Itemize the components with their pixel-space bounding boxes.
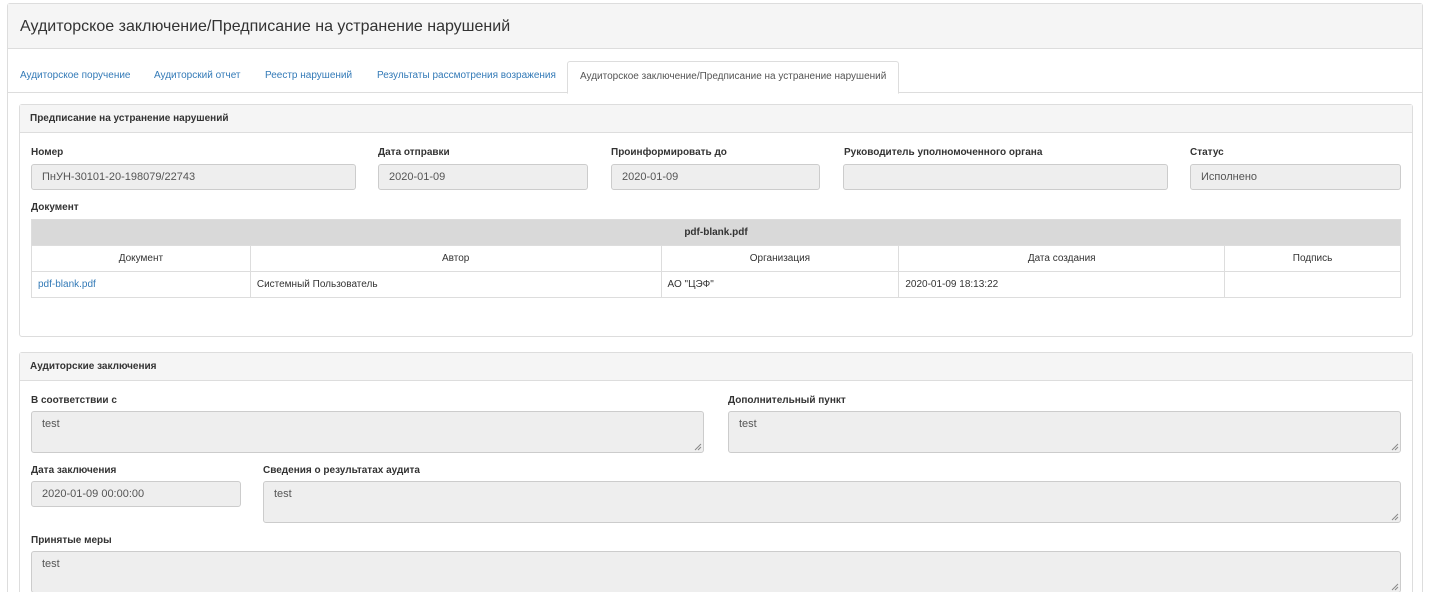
additional-label: Дополнительный пункт [728,395,846,406]
signature-cell [1224,271,1401,298]
measures-textarea[interactable]: test [31,551,1401,592]
resize-grip-icon[interactable] [1391,583,1399,591]
send-date-label: Дата отправки [378,147,450,158]
accordance-textarea[interactable]: test [31,411,704,453]
inform-until-field[interactable]: 2020-01-09 [611,164,820,190]
head-label: Руководитель уполномоченного органа [844,147,1043,158]
tab-audit-order[interactable]: Аудиторское поручение [20,61,131,93]
tab-audit-conclusion[interactable]: Аудиторское заключение/Предписание на ус… [567,61,900,94]
resize-grip-icon[interactable] [694,443,702,451]
number-label: Номер [31,147,64,158]
send-date-field[interactable]: 2020-01-09 [378,164,588,190]
prescription-heading: Предписание на устранение нарушений [20,105,1412,133]
results-textarea[interactable]: test [263,481,1401,523]
additional-value: test [739,418,757,430]
conclusions-heading: Аудиторские заключения [20,353,1412,381]
column-header: Дата создания [898,245,1226,272]
prescription-panel: Предписание на устранение нарушений Номе… [19,104,1413,337]
measures-value: test [42,558,60,570]
tab-bar: Аудиторское поручение Аудиторский отчет … [8,61,1422,94]
accordance-value: test [42,418,60,430]
column-header: Подпись [1224,245,1401,272]
column-header: Организация [660,245,900,272]
conclusion-date-label: Дата заключения [31,465,117,476]
inform-until-label: Проинформировать до [611,147,727,158]
number-field[interactable]: ПнУН-30101-20-198079/22743 [31,164,356,190]
page-title: Аудиторское заключение/Предписание на ус… [8,4,1422,49]
head-field[interactable] [843,164,1168,190]
resize-grip-icon[interactable] [1391,513,1399,521]
results-value: test [274,488,292,500]
conclusions-panel: Аудиторские заключения В соответствии с … [19,352,1413,592]
column-header: Автор [249,245,662,272]
author-cell: Системный Пользователь [249,271,662,298]
accordance-label: В соответствии с [31,395,117,406]
main-card: Аудиторское заключение/Предписание на ус… [7,3,1423,592]
status-field[interactable]: Исполнено [1190,164,1401,190]
table-row: pdf-blank.pdf Системный Пользователь АО … [31,271,1401,298]
document-table-caption: pdf-blank.pdf [31,219,1401,246]
column-header: Документ [31,245,251,272]
measures-label: Принятые меры [31,535,112,546]
status-label: Статус [1190,147,1224,158]
organization-cell: АО "ЦЭФ" [660,271,900,298]
conclusion-date-field[interactable]: 2020-01-09 00:00:00 [31,481,241,507]
results-label: Сведения о результатах аудита [263,465,420,476]
additional-textarea[interactable]: test [728,411,1401,453]
document-link[interactable]: pdf-blank.pdf [38,279,96,290]
resize-grip-icon[interactable] [1391,443,1399,451]
document-label: Документ [31,202,79,213]
created-date-cell: 2020-01-09 18:13:22 [898,271,1226,298]
tab-violations-registry[interactable]: Реестр нарушений [265,61,352,93]
document-table: pdf-blank.pdf Документ Автор Организация… [31,219,1401,298]
tab-objection-results[interactable]: Результаты рассмотрения возражения [377,61,556,93]
tab-audit-report[interactable]: Аудиторский отчет [154,61,241,93]
